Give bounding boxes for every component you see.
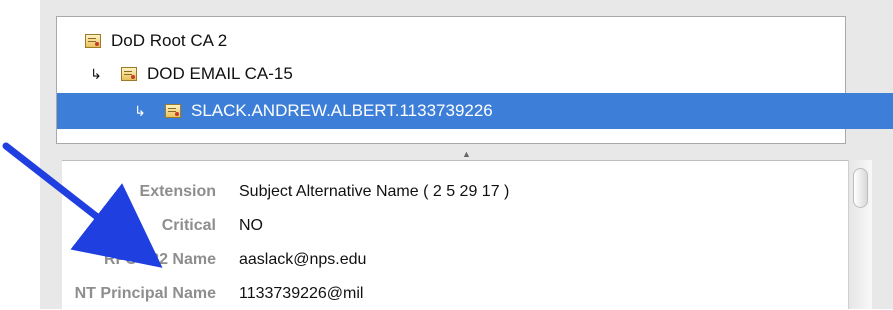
detail-value: 1133739226@mil [239,285,364,302]
tree-item-dod-email-ca-15[interactable]: ↳ DOD EMAIL CA-15 [57,56,873,92]
scroll-thumb[interactable] [853,168,868,208]
details-scrollbar[interactable] [848,160,872,309]
certificate-icon [85,34,101,48]
child-arrow-icon: ↳ [134,102,146,119]
tree-item-dod-root-ca-2[interactable]: DoD Root CA 2 [57,23,873,59]
certificate-tree[interactable]: DoD Root CA 2 ↳ DOD EMAIL CA-15 ↳ SLACK.… [56,16,893,144]
certificate-icon [165,104,181,118]
tree-item-label: DOD EMAIL CA-15 [147,64,293,83]
tree-item-slack-andrew-albert[interactable]: ↳ SLACK.ANDREW.ALBERT.1133739226 [57,93,893,129]
certificate-icon [121,67,137,81]
detail-label: NT Principal Name [74,285,216,302]
detail-row-rfc-822-name: RFC 822 Name aaslack@nps.edu [0,248,760,272]
detail-label: Critical [161,217,216,234]
tree-item-label: SLACK.ANDREW.ALBERT.1133739226 [191,101,493,120]
detail-label: RFC 822 Name [103,251,216,268]
detail-row-extension: Extension Subject Alternative Name ( 2 5… [0,180,760,204]
detail-row-nt-principal-name: NT Principal Name 1133739226@mil [0,282,760,306]
detail-value: NO [239,217,263,234]
detail-value: aaslack@nps.edu [239,251,367,268]
tree-item-label: DoD Root CA 2 [111,31,228,50]
splitter-handle-icon[interactable]: ▲ [462,149,471,159]
detail-row-critical: Critical NO [0,214,760,238]
detail-value: Subject Alternative Name ( 2 5 29 17 ) [239,183,510,200]
detail-label: Extension [139,183,216,200]
child-arrow-icon: ↳ [90,65,102,82]
